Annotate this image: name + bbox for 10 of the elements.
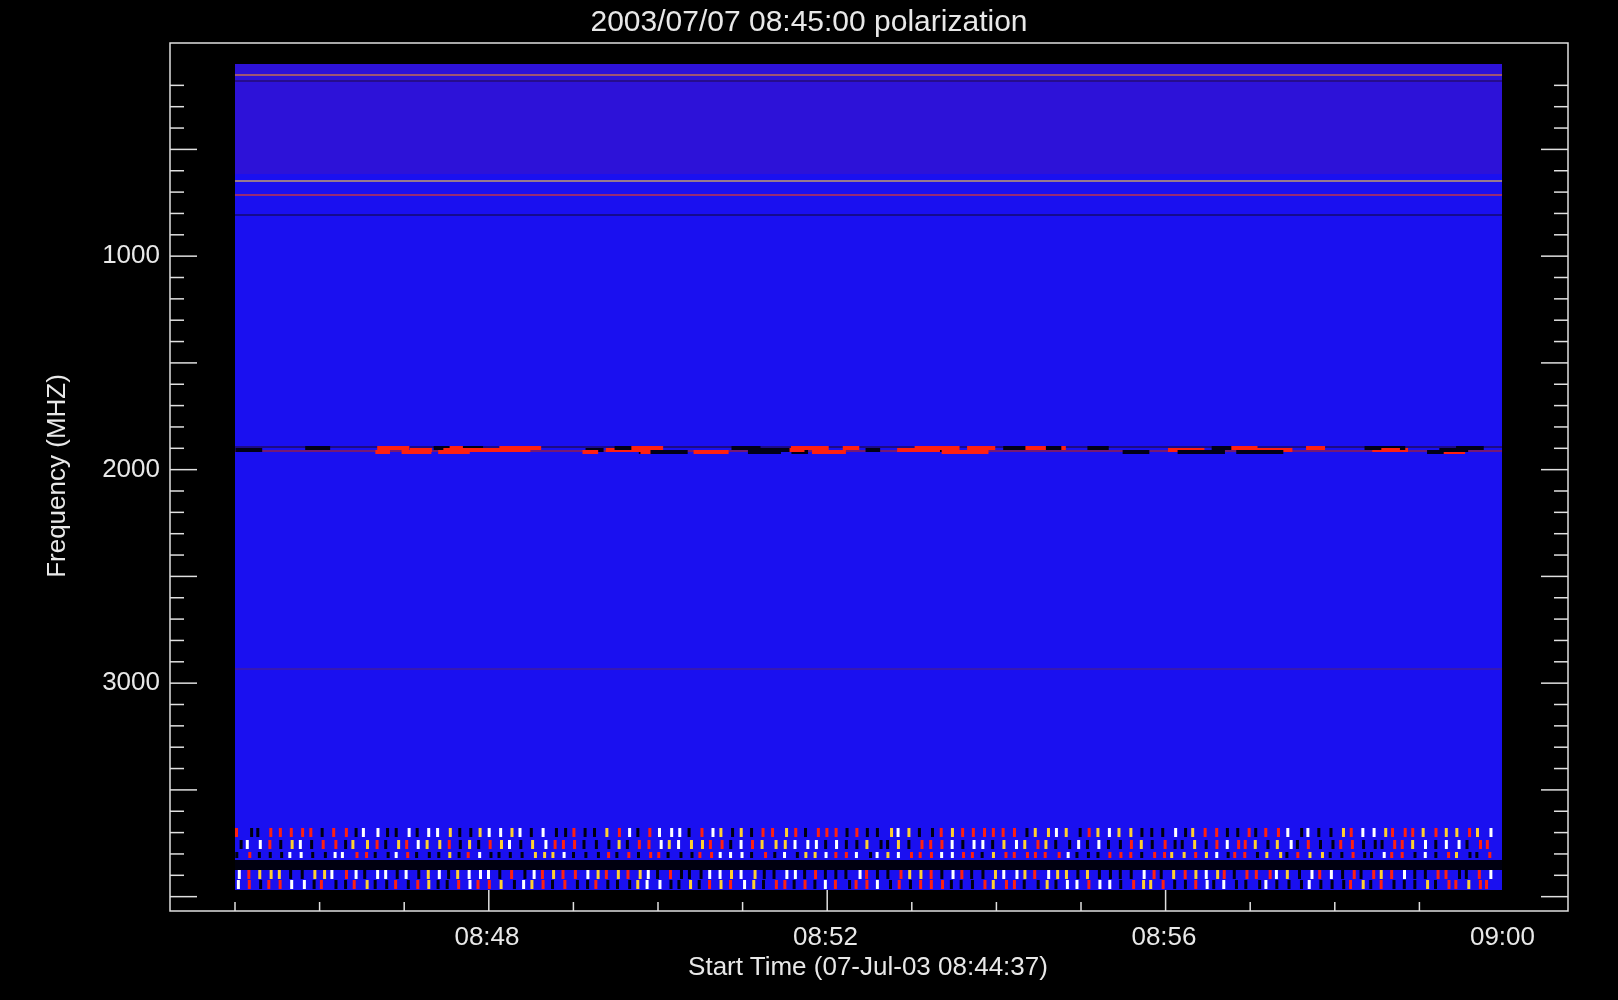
y-tick-label: 3000 xyxy=(102,666,160,696)
y-tick-label: 1000 xyxy=(102,239,160,269)
y-axis-label: Frequency (MHZ) xyxy=(41,374,71,578)
x-tick-label: 08:56 xyxy=(1131,921,1197,951)
chart-title: 2003/07/07 08:45:00 polarization xyxy=(590,4,1028,37)
x-tick-label: 08:48 xyxy=(454,921,520,951)
x-tick-label: 08:52 xyxy=(792,921,859,951)
y-tick-label: 2000 xyxy=(102,452,160,483)
x-tick-label: 09:00 xyxy=(1469,921,1536,951)
x-axis-label: Start Time (07-Jul-03 08:44:37) xyxy=(688,951,1048,981)
